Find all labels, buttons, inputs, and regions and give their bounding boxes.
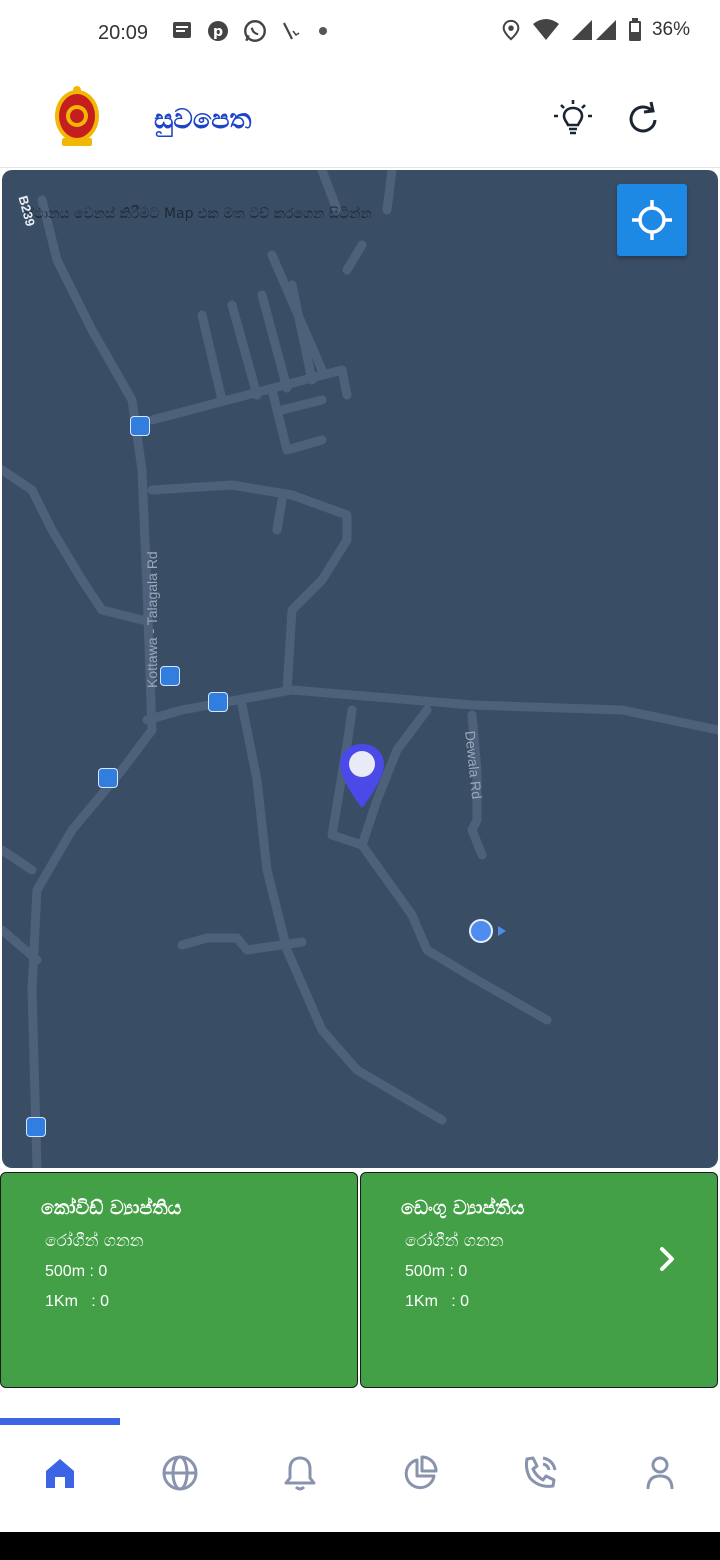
bell-icon <box>284 1456 316 1491</box>
nav-contact[interactable] <box>480 1448 600 1498</box>
home-icon <box>46 1459 74 1488</box>
globe-icon <box>162 1455 198 1491</box>
covid-500m: 500m : 0 <box>45 1263 108 1280</box>
dengue-card-subtitle: රෝගීන් ගනන <box>405 1231 504 1251</box>
dengue-500m: 500m : 0 <box>405 1263 468 1280</box>
status-time: 20:09 <box>98 22 149 44</box>
crosshair-icon <box>632 200 672 240</box>
lightbulb-icon[interactable] <box>552 98 594 140</box>
phone-call-icon <box>524 1456 557 1488</box>
pinterest-icon: p <box>208 21 228 41</box>
system-nav-bar <box>0 1532 720 1560</box>
nav-statistics[interactable] <box>360 1448 480 1498</box>
whatsapp-icon <box>244 20 266 42</box>
bus-stop-icon[interactable] <box>98 768 118 788</box>
call-missed-icon <box>283 22 300 40</box>
refresh-icon[interactable] <box>622 98 664 140</box>
covid-1km: 1Km : 0 <box>45 1293 110 1310</box>
dot-icon <box>319 27 327 35</box>
bus-stop-icon[interactable] <box>130 416 150 436</box>
nav-globe[interactable] <box>120 1448 240 1498</box>
map-pin-icon[interactable] <box>338 742 386 810</box>
message-icon <box>173 22 191 38</box>
current-location-icon <box>469 919 506 943</box>
nav-home[interactable] <box>0 1448 120 1498</box>
chevron-right-icon[interactable] <box>655 1243 681 1275</box>
battery-icon <box>628 18 641 41</box>
app-header: සුවපෙත <box>0 70 720 168</box>
map-hint-text: ස්ථානය වෙනස් කිරීමට Map එක මත ටච් කරගෙන … <box>24 206 372 222</box>
map-roads <box>2 170 718 1168</box>
location-icon <box>502 19 520 41</box>
status-bar: 20:09 p 36% <box>0 0 720 70</box>
dengue-1km: 1Km : 0 <box>405 1293 470 1310</box>
pie-chart-icon <box>404 1455 438 1490</box>
my-location-button[interactable] <box>617 184 687 256</box>
covid-card-title: කෝවිඩ් ව්‍යාප්තිය <box>41 1197 182 1219</box>
user-icon <box>646 1456 674 1490</box>
bus-stop-icon[interactable] <box>208 692 228 712</box>
emblem-logo <box>55 86 99 146</box>
map-view[interactable]: ස්ථානය වෙනස් කිරීමට Map එක මත ටච් කරගෙන … <box>2 170 718 1168</box>
nav-notifications[interactable] <box>240 1448 360 1498</box>
svg-text:p: p <box>213 24 223 40</box>
covid-card-subtitle: රෝගීන් ගනන <box>45 1231 144 1251</box>
covid-card[interactable]: කෝවිඩ් ව්‍යාප්තිය රෝගීන් ගනන 500m : 0 1K… <box>0 1172 358 1388</box>
app-title: සුවපෙත <box>154 104 252 135</box>
nav-profile[interactable] <box>600 1448 720 1498</box>
signal-icon <box>571 20 616 40</box>
bus-stop-icon[interactable] <box>160 666 180 686</box>
dengue-card[interactable]: ඩෙංගු ව්‍යාප්තිය රෝගීන් ගනන 500m : 0 1Km… <box>360 1172 718 1388</box>
dengue-card-title: ඩෙංගු ව්‍යාප්තිය <box>401 1197 525 1219</box>
bus-stop-icon[interactable] <box>26 1117 46 1137</box>
bottom-nav <box>0 1418 720 1532</box>
stats-cards: කෝවිඩ් ව්‍යාප්තිය රෝගීන් ගනන 500m : 0 1K… <box>0 1170 720 1390</box>
battery-percent: 36% <box>651 19 690 40</box>
road-label-kottawa: Kottawa - Talagala Rd <box>144 551 160 688</box>
wifi-icon <box>532 19 559 40</box>
nav-active-indicator <box>0 1418 120 1425</box>
